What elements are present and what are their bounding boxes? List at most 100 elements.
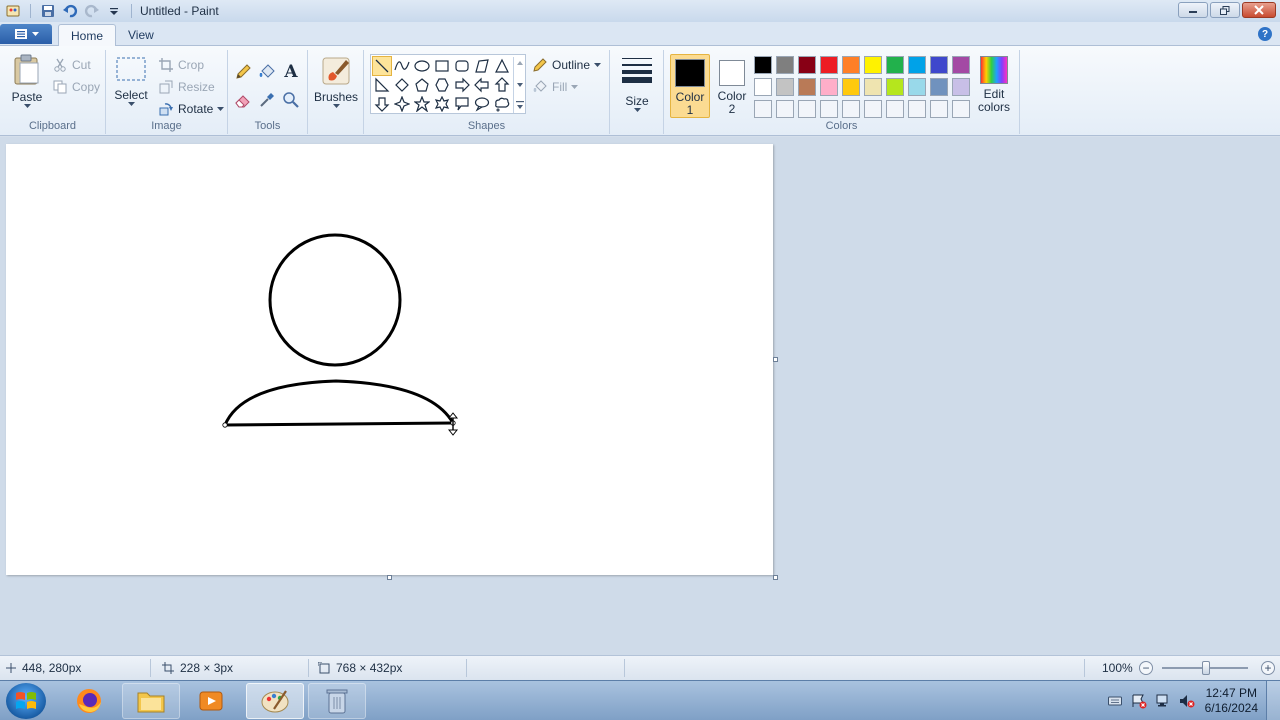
color-picker-icon[interactable] [256, 90, 278, 110]
down-arrow-shape-icon[interactable] [372, 94, 392, 114]
palette-color-swatch[interactable] [798, 100, 816, 118]
palette-color-swatch[interactable] [798, 56, 816, 74]
zoom-slider-thumb[interactable] [1202, 661, 1210, 675]
system-clock[interactable]: 12:47 PM 6/16/2024 [1205, 686, 1258, 716]
hexagon-shape-icon[interactable] [432, 75, 452, 95]
resize-button[interactable]: Resize [158, 78, 215, 96]
rotate-button[interactable]: Rotate [158, 100, 225, 118]
cloud-callout-shape-icon[interactable] [492, 94, 512, 114]
copy-button[interactable]: Copy [52, 78, 100, 96]
paint-taskbar-button[interactable] [246, 683, 304, 719]
palette-color-swatch[interactable] [886, 100, 904, 118]
palette-color-swatch[interactable] [798, 78, 816, 96]
zoom-out-button[interactable]: − [1139, 661, 1153, 675]
crop-button[interactable]: Crop [158, 56, 204, 74]
paste-button[interactable]: Paste [10, 54, 44, 109]
palette-color-swatch[interactable] [842, 78, 860, 96]
save-icon[interactable] [39, 3, 57, 19]
outline-button[interactable]: Outline [532, 56, 602, 74]
oval-shape-icon[interactable] [412, 56, 432, 76]
fill-button[interactable]: Fill [532, 78, 579, 96]
start-button[interactable] [6, 683, 46, 719]
canvas-resize-handle-right[interactable] [773, 357, 778, 362]
recycle-bin-taskbar-button[interactable] [308, 683, 366, 719]
tab-home[interactable]: Home [58, 24, 117, 46]
palette-color-swatch[interactable] [776, 56, 794, 74]
pentagon-shape-icon[interactable] [412, 75, 432, 95]
palette-color-swatch[interactable] [776, 78, 794, 96]
triangle-shape-icon[interactable] [492, 56, 512, 76]
drawing-canvas[interactable] [6, 144, 773, 575]
text-tool-icon[interactable]: A [280, 62, 302, 82]
polygon-shape-icon[interactable] [472, 56, 492, 76]
paint-app-icon[interactable] [4, 3, 22, 19]
help-icon[interactable]: ? [1258, 27, 1272, 41]
palette-color-swatch[interactable] [776, 100, 794, 118]
minimize-button[interactable] [1178, 2, 1208, 18]
volume-muted-icon[interactable] [1178, 692, 1196, 710]
action-center-icon[interactable] [1130, 692, 1148, 710]
keyboard-icon[interactable] [1106, 692, 1124, 710]
rounded-rectangle-shape-icon[interactable] [452, 56, 472, 76]
palette-color-swatch[interactable] [930, 78, 948, 96]
right-arrow-shape-icon[interactable] [452, 75, 472, 95]
palette-color-swatch[interactable] [908, 78, 926, 96]
palette-color-swatch[interactable] [952, 56, 970, 74]
left-arrow-shape-icon[interactable] [472, 75, 492, 95]
tab-view[interactable]: View [116, 24, 166, 46]
palette-color-swatch[interactable] [820, 78, 838, 96]
undo-icon[interactable] [61, 3, 79, 19]
palette-color-swatch[interactable] [930, 100, 948, 118]
redo-icon[interactable] [83, 3, 101, 19]
media-player-taskbar-button[interactable] [182, 683, 240, 719]
fill-bucket-icon[interactable] [256, 62, 278, 82]
palette-color-swatch[interactable] [864, 56, 882, 74]
firefox-taskbar-button[interactable] [60, 683, 118, 719]
paint-menu-button[interactable] [0, 24, 52, 44]
pencil-icon[interactable] [232, 62, 254, 82]
five-point-star-shape-icon[interactable] [412, 94, 432, 114]
close-button[interactable] [1242, 2, 1276, 18]
palette-color-swatch[interactable] [820, 100, 838, 118]
four-point-star-shape-icon[interactable] [392, 94, 412, 114]
palette-color-swatch[interactable] [908, 100, 926, 118]
oval-callout-shape-icon[interactable] [472, 94, 492, 114]
select-button[interactable]: Select [114, 56, 148, 107]
customize-qat-icon[interactable] [105, 3, 123, 19]
restore-button[interactable] [1210, 2, 1240, 18]
up-arrow-shape-icon[interactable] [492, 75, 512, 95]
shapes-scrollbar[interactable] [513, 57, 525, 113]
palette-color-swatch[interactable] [842, 100, 860, 118]
magnifier-icon[interactable] [280, 90, 302, 110]
cut-button[interactable]: Cut [52, 56, 91, 74]
palette-color-swatch[interactable] [864, 78, 882, 96]
palette-color-swatch[interactable] [754, 78, 772, 96]
color1-button[interactable]: Color 1 [670, 54, 710, 118]
curve-shape-icon[interactable] [392, 56, 412, 76]
edit-colors-button[interactable]: Edit colors [974, 54, 1014, 118]
palette-color-swatch[interactable] [952, 78, 970, 96]
size-button[interactable]: Size [618, 54, 656, 113]
eraser-icon[interactable] [232, 90, 254, 110]
rectangle-shape-icon[interactable] [432, 56, 452, 76]
brushes-button[interactable]: Brushes [314, 54, 358, 109]
palette-color-swatch[interactable] [886, 56, 904, 74]
show-desktop-button[interactable] [1266, 681, 1280, 720]
palette-color-swatch[interactable] [886, 78, 904, 96]
palette-color-swatch[interactable] [842, 56, 860, 74]
palette-color-swatch[interactable] [864, 100, 882, 118]
network-icon[interactable] [1154, 692, 1172, 710]
palette-color-swatch[interactable] [930, 56, 948, 74]
right-triangle-shape-icon[interactable] [372, 75, 392, 95]
palette-color-swatch[interactable] [754, 100, 772, 118]
palette-color-swatch[interactable] [754, 56, 772, 74]
zoom-in-button[interactable]: + [1261, 661, 1275, 675]
canvas-resize-handle-corner[interactable] [773, 575, 778, 580]
file-explorer-taskbar-button[interactable] [122, 683, 180, 719]
canvas-resize-handle-bottom[interactable] [387, 575, 392, 580]
palette-color-swatch[interactable] [820, 56, 838, 74]
diamond-shape-icon[interactable] [392, 75, 412, 95]
line-shape-icon[interactable] [372, 56, 392, 76]
rectangle-callout-shape-icon[interactable] [452, 94, 472, 114]
palette-color-swatch[interactable] [952, 100, 970, 118]
